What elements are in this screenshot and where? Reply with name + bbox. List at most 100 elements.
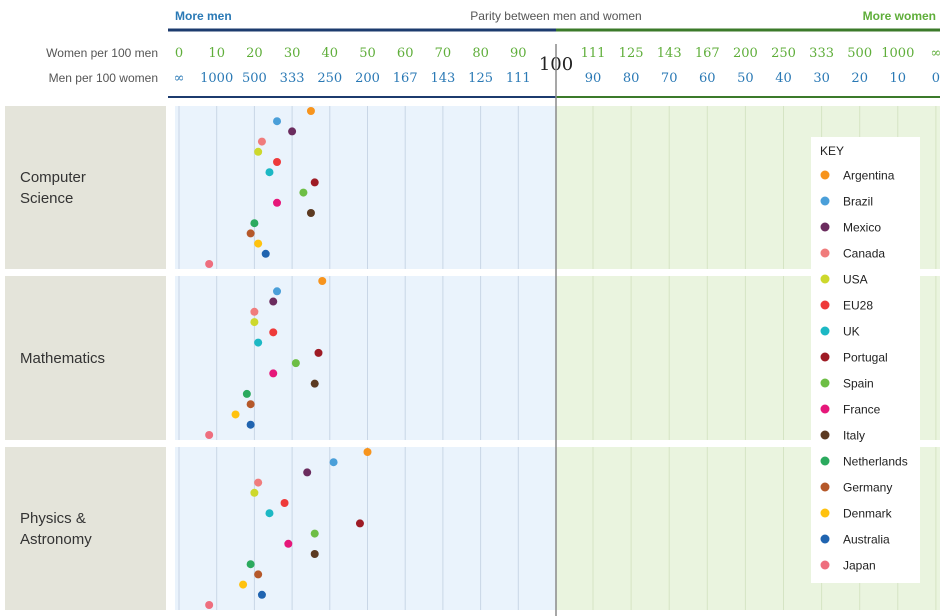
data-point (303, 468, 312, 477)
data-point (254, 478, 263, 487)
legend-swatch (820, 222, 830, 232)
men-tick-label: 50 (737, 71, 754, 86)
data-point (205, 260, 214, 268)
data-point (318, 277, 327, 285)
data-point (254, 338, 263, 347)
legend-label: Denmark (843, 507, 893, 521)
data-point (246, 420, 255, 429)
men-tick-label: 80 (623, 71, 640, 86)
data-point (254, 239, 263, 248)
header-parity: Parity between men and women (470, 9, 641, 23)
data-point (299, 188, 308, 197)
women-tick-label: 60 (397, 46, 414, 61)
data-point (273, 158, 282, 166)
women-tick-label: 30 (284, 46, 301, 61)
women-tick-label: 80 (472, 46, 489, 61)
legend-swatch (820, 534, 830, 544)
legend-label: Netherlands (843, 455, 908, 469)
data-point (314, 348, 323, 357)
legend-swatch (820, 430, 830, 440)
legend-swatch (820, 248, 830, 258)
data-point (310, 529, 319, 538)
data-point (355, 519, 364, 528)
data-point (242, 389, 251, 398)
data-point (265, 509, 274, 518)
data-point (280, 499, 289, 507)
women-tick-label: 70 (435, 46, 452, 61)
legend-swatch (820, 170, 830, 180)
women-tick-label: 50 (359, 46, 376, 61)
men-tick-label: 167 (393, 71, 418, 86)
data-point (250, 307, 259, 316)
men-tick-label: 125 (468, 71, 493, 86)
data-point (288, 127, 297, 136)
women-tick-label: 143 (657, 46, 682, 61)
panels: Computer Science Mathematics Physics & Astro… (5, 106, 940, 610)
legend-label: Brazil (843, 195, 873, 209)
header-more-men: More men (175, 9, 232, 23)
category-label: Physics & (20, 510, 86, 527)
data-point (246, 400, 255, 409)
men-zone (175, 106, 556, 269)
legend: KEY Argentina Brazil Mexico Canada USA EU28 UK… (811, 137, 920, 583)
men-tick-label: 90 (585, 71, 602, 86)
data-point (257, 137, 266, 146)
legend-label: Australia (843, 533, 890, 547)
women-tick-label: 200 (733, 46, 758, 61)
data-point (310, 379, 319, 388)
women-axis-label: Women per 100 men (46, 46, 158, 60)
legend-label: Japan (843, 559, 876, 573)
women-tick-label: 40 (322, 46, 339, 61)
data-point (246, 560, 255, 569)
legend-swatch (820, 508, 830, 518)
men-tick-label: ∞ (174, 71, 185, 86)
legend-label: Portugal (843, 351, 888, 365)
data-point (250, 318, 259, 327)
men-axis-label: Men per 100 women (49, 71, 158, 85)
data-point (273, 117, 282, 126)
women-tick-label: 20 (246, 46, 263, 61)
data-point (250, 488, 259, 497)
women-tick-label: 10 (208, 46, 225, 61)
chart-header: More men Parity between men and women Mo… (46, 9, 941, 98)
women-tick-label: 500 (847, 46, 872, 61)
category-panel (5, 106, 166, 269)
data-point (284, 539, 293, 548)
data-point (265, 168, 274, 177)
legend-label: UK (843, 325, 860, 339)
legend-swatch (820, 482, 830, 492)
men-tick-label: 111 (506, 71, 531, 86)
header-more-women: More women (863, 9, 936, 23)
category-label: Mathematics (20, 350, 105, 367)
data-point (310, 178, 319, 187)
data-point (261, 249, 270, 258)
legend-swatch (820, 274, 830, 284)
men-tick-label: 70 (661, 71, 678, 86)
men-zone (175, 447, 556, 610)
men-tick-label: 0 (932, 71, 940, 86)
legend-swatch (820, 326, 830, 336)
legend-label: Argentina (843, 169, 895, 183)
men-tick-label: 1000 (200, 71, 233, 86)
data-point (205, 431, 214, 439)
data-point (329, 458, 338, 467)
data-point (246, 229, 255, 238)
women-tick-label: 0 (175, 46, 183, 61)
legend-swatch (820, 378, 830, 388)
legend-label: EU28 (843, 299, 873, 313)
category-label: Computer (20, 169, 86, 186)
legend-swatch (820, 560, 830, 570)
women-tick-label: 167 (695, 46, 720, 61)
data-point (205, 601, 214, 609)
category-label: Astronomy (20, 531, 92, 548)
women-tick-label: 250 (771, 46, 796, 61)
men-tick-label: 30 (813, 71, 830, 86)
legend-label: USA (843, 273, 868, 287)
category-panel (5, 447, 166, 610)
legend-label: France (843, 403, 881, 417)
legend-title: KEY (820, 144, 844, 158)
data-point (306, 209, 315, 217)
legend-swatch (820, 404, 830, 414)
men-tick-label: 10 (890, 71, 907, 86)
women-tick-label: ∞ (930, 46, 941, 61)
